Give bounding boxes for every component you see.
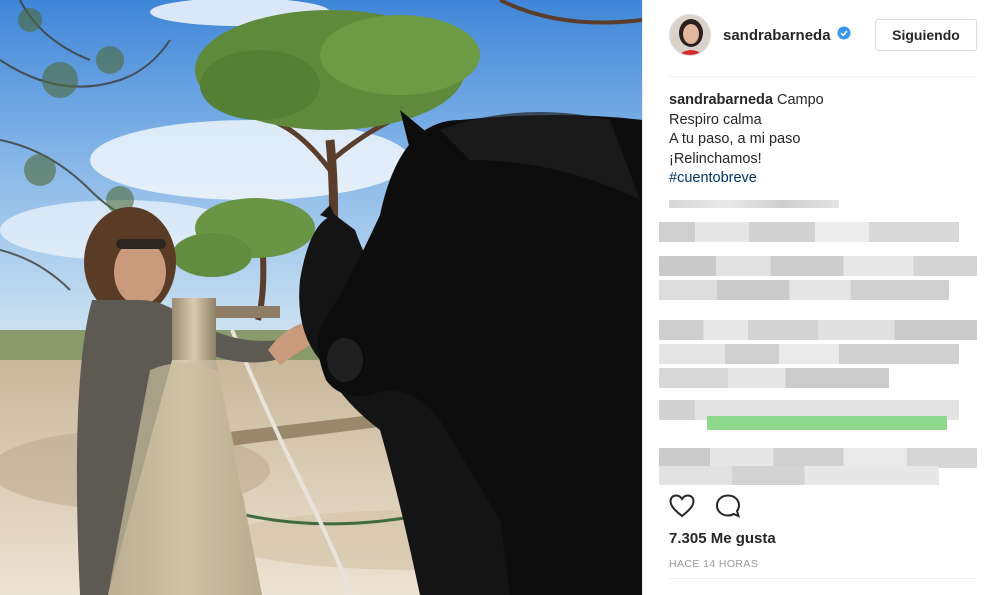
header-divider (669, 76, 977, 77)
avatar[interactable] (669, 14, 711, 56)
comment-bubble-icon[interactable] (715, 493, 741, 523)
pixelated-comments (659, 200, 977, 485)
heart-outline-icon[interactable] (669, 493, 695, 523)
post-header: sandrabarneda Siguiendo (669, 14, 977, 56)
caption-line: Respiro calma (669, 111, 762, 128)
post-actions (669, 493, 741, 523)
post-timestamp[interactable]: HACE 14 HORAS (669, 558, 758, 570)
caption-line: ¡Relinchamos! (669, 150, 762, 167)
post-caption: sandrabarneda Campo Respiro calma A tu p… (669, 91, 977, 189)
footer-divider (669, 578, 977, 579)
caption-hashtag[interactable]: #cuentobreve (669, 169, 977, 189)
post-photo (0, 0, 642, 595)
following-button[interactable]: Siguiendo (875, 19, 977, 51)
header-username[interactable]: sandrabarneda (723, 27, 831, 44)
likes-count[interactable]: 7.305 Me gusta (669, 530, 776, 547)
caption-line: A tu paso, a mi paso (669, 131, 801, 147)
caption-username[interactable]: sandrabarneda (669, 92, 773, 108)
caption-title: Campo (777, 92, 824, 108)
verified-badge-icon (837, 26, 851, 45)
post-side-panel: sandrabarneda Siguiendo sandrabarneda Ca… (642, 0, 1000, 595)
